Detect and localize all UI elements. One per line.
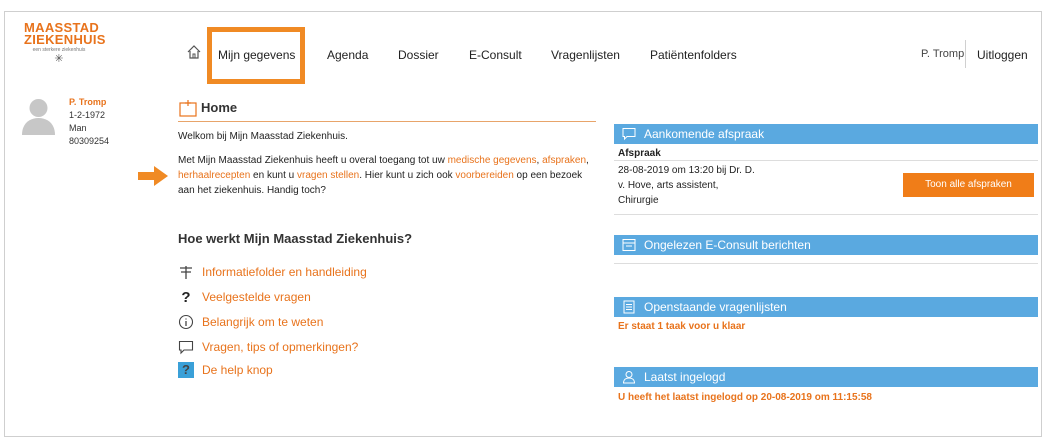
message-box-icon [622, 239, 636, 251]
nav-separator [965, 40, 966, 68]
avatar [22, 99, 55, 135]
signpost-icon [180, 266, 192, 279]
questionnaires-note[interactable]: Er staat 1 taak voor u klaar [618, 321, 745, 332]
last-login-panel-header: Laatst ingelogd [614, 367, 1038, 387]
logout-link[interactable]: Uitloggen [977, 48, 1028, 62]
intro-text: Met Mijn Maasstad Ziekenhuis heeft u ove… [178, 155, 448, 166]
panel-divider [614, 263, 1038, 264]
intro-paragraph: Met Mijn Maasstad Ziekenhuis heeft u ove… [178, 153, 598, 198]
home-icon[interactable] [186, 44, 202, 60]
appointment-department: Chirurgie [618, 195, 659, 206]
panel-title: Aankomende afspraak [644, 127, 765, 141]
help-button-icon: ? [178, 362, 194, 378]
link-herhaalrecepten[interactable]: herhaalrecepten [178, 170, 250, 181]
profile-dob: 1-2-1972 [69, 110, 106, 120]
maasstad-logo[interactable]: MAASSTAD ZIEKENHUIS een sterkere ziekenh… [24, 21, 106, 65]
nav-dossier[interactable]: Dossier [398, 48, 439, 62]
nav-user-name: P. Tromp [921, 48, 965, 60]
econsult-panel-header[interactable]: Ongelezen E-Consult berichten [614, 235, 1038, 255]
page-title: Home [201, 100, 238, 115]
profile-name: P. Tromp [69, 97, 107, 107]
last-login-note: U heeft het laatst ingelogd op 20-08-201… [618, 392, 872, 403]
link-voorbereiden[interactable]: voorbereiden [455, 170, 513, 181]
link-label: Veelgestelde vragen [202, 290, 311, 304]
nav-highlight-box [207, 27, 305, 84]
nav-vragenlijsten[interactable]: Vragenlijsten [551, 48, 620, 62]
chat-bubble-icon [622, 128, 636, 141]
profile-info: P. Tromp 1-2-1972 Man 80309254 [69, 96, 109, 148]
link-medische-gegevens[interactable]: medische gegevens [448, 155, 537, 166]
question-mark-icon: ? [181, 289, 191, 306]
link-afspraken[interactable]: afspraken [542, 155, 586, 166]
link-label: Belangrijk om te weten [202, 315, 324, 329]
info-icon [178, 314, 194, 330]
appointment-label: Afspraak [618, 148, 661, 159]
nav-e-consult[interactable]: E-Consult [469, 48, 522, 62]
profile-gender: Man [69, 123, 87, 133]
panel-title: Ongelezen E-Consult berichten [644, 238, 811, 252]
link-vragen-stellen[interactable]: vragen stellen [297, 170, 359, 181]
speech-bubble-icon [178, 340, 194, 355]
title-divider [178, 121, 596, 122]
home-page-icon [179, 100, 197, 117]
appointment-panel-header: Aankomende afspraak [614, 124, 1038, 144]
logo-line-2: ZIEKENHUIS [24, 32, 106, 47]
how-it-works-title: Hoe werkt Mijn Maasstad Ziekenhuis? [178, 231, 413, 246]
appointment-details: 28-08-2019 om 13:20 bij Dr. D. v. Hove, … [618, 163, 755, 208]
appointment-divider [614, 160, 1038, 161]
link-label: Informatiefolder en handleiding [202, 265, 367, 279]
nav-agenda[interactable]: Agenda [327, 48, 368, 62]
questionnaires-panel-header[interactable]: Openstaande vragenlijsten [614, 297, 1038, 317]
link-label: Vragen, tips of opmerkingen? [202, 340, 359, 354]
pointer-arrow-icon [138, 166, 168, 186]
link-label: De help knop [202, 363, 273, 377]
intro-text: en kunt u [250, 170, 297, 181]
intro-text: . Hier kunt u zich ook [359, 170, 456, 181]
appointment-datetime: 28-08-2019 om 13:20 bij Dr. D. [618, 165, 755, 176]
appointment-doctor: v. Hove, arts assistent, [618, 180, 719, 191]
intro-text: , [586, 155, 589, 166]
user-icon [622, 371, 636, 384]
show-all-appointments-button[interactable]: Toon alle afspraken [903, 173, 1034, 197]
panel-divider [614, 214, 1038, 215]
welcome-text: Welkom bij Mijn Maasstad Ziekenhuis. [178, 131, 348, 142]
clipboard-list-icon [623, 300, 635, 314]
profile-id: 80309254 [69, 136, 110, 146]
panel-title: Laatst ingelogd [644, 370, 726, 384]
panel-title: Openstaande vragenlijsten [644, 300, 787, 314]
logo-star-icon: ✳ [54, 53, 64, 65]
nav-patientenfolders[interactable]: Patiëntenfolders [650, 48, 737, 62]
